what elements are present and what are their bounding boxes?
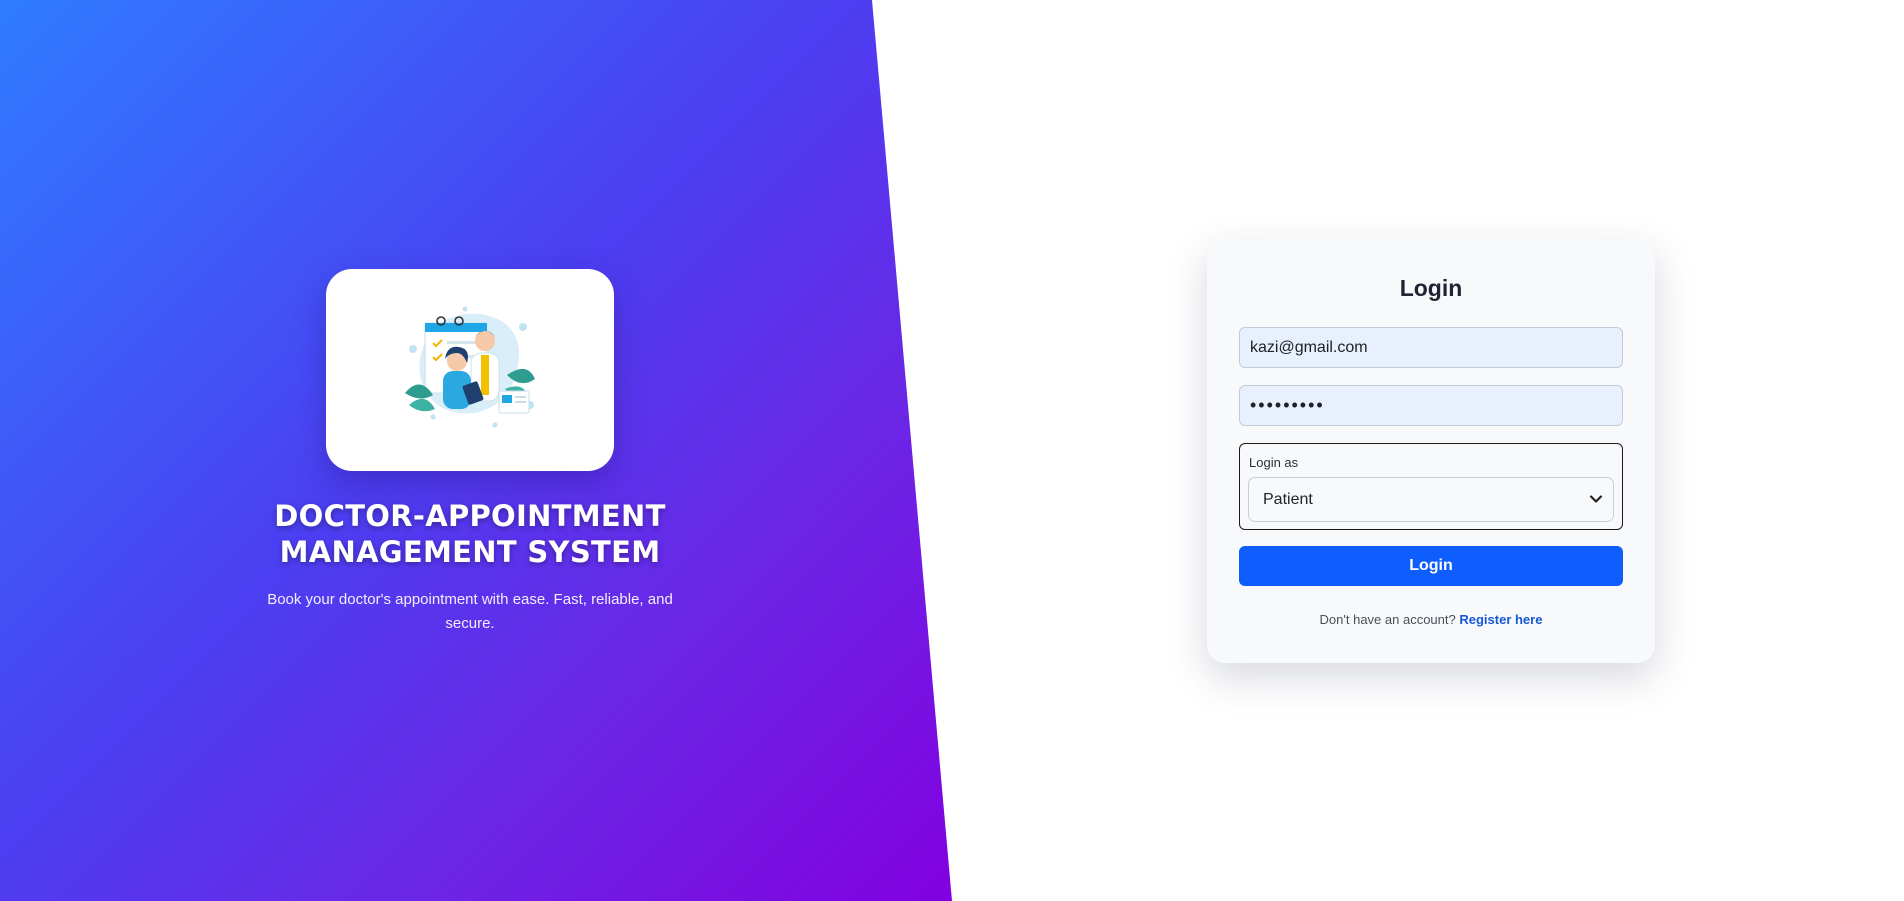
login-button[interactable]: Login — [1239, 546, 1623, 586]
register-link[interactable]: Register here — [1459, 612, 1542, 627]
chevron-down-icon — [1589, 495, 1603, 503]
app-subtitle: Book your doctor's appointment with ease… — [267, 591, 673, 632]
hero-content: DOCTOR-APPOINTMENT MANAGEMENT SYSTEM Boo… — [240, 269, 700, 636]
login-card: Login kazi@gmail.com ••••••••• Login as … — [1207, 239, 1655, 663]
doctor-consultation-illustration-icon — [405, 306, 535, 428]
password-input[interactable]: ••••••••• — [1239, 385, 1623, 426]
login-role-select[interactable]: Patient — [1248, 477, 1614, 522]
login-title: Login — [1399, 275, 1463, 301]
app-title-line-2: MANAGEMENT SYSTEM — [279, 535, 661, 569]
illustration-card — [326, 269, 614, 471]
register-prompt: Don't have an account? Register here — [1207, 612, 1655, 627]
login-role-label: Login as — [1249, 455, 1299, 470]
hero-panel: DOCTOR-APPOINTMENT MANAGEMENT SYSTEM Boo… — [0, 0, 952, 901]
register-prompt-text: Don't have an account? — [1319, 612, 1456, 627]
login-role-selected-value: Patient — [1263, 490, 1313, 508]
login-role-group: Login as Patient — [1239, 443, 1623, 530]
email-input[interactable]: kazi@gmail.com — [1239, 327, 1623, 368]
app-title: DOCTOR-APPOINTMENT MANAGEMENT SYSTEM — [274, 498, 665, 570]
app-title-line-1: DOCTOR-APPOINTMENT — [274, 499, 666, 533]
